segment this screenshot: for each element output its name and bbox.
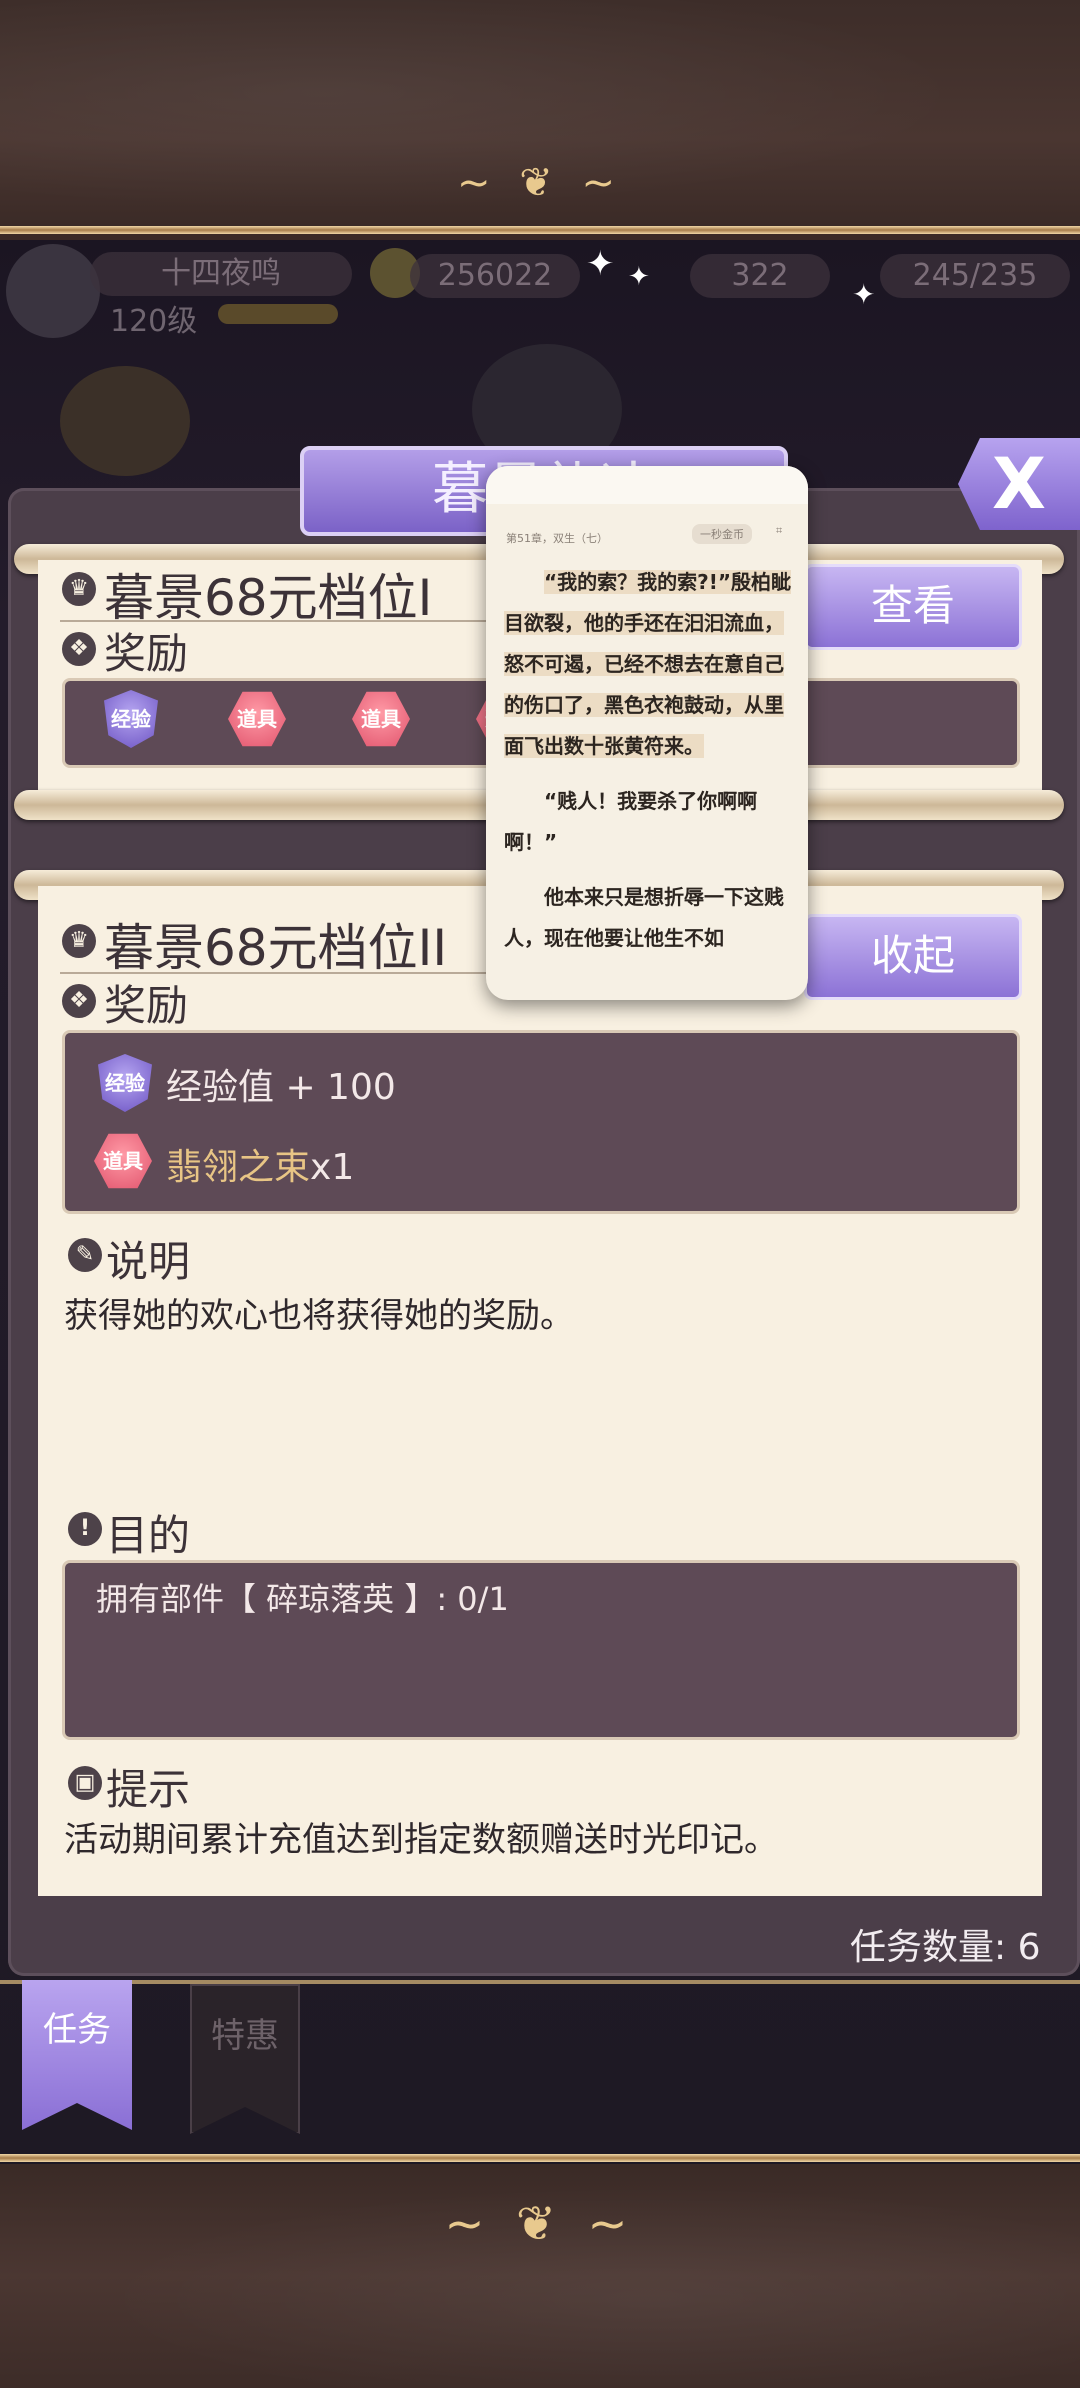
task-count: 任务数量: 6 xyxy=(850,1927,1041,1968)
close-button[interactable]: X xyxy=(958,438,1080,530)
view-button[interactable]: 查看 xyxy=(804,564,1022,650)
sparkle-icon: ✦ xyxy=(852,278,876,311)
reward-item-text: 翡翎之束x1 xyxy=(166,1138,354,1190)
collapse-button[interactable]: 收起 xyxy=(804,914,1022,1000)
reader-popup[interactable]: 第51章，双生（七） 一秒金币 ⌗ “我的索？我的索?!”殷柏眦目欲裂，他的手还… xyxy=(486,466,808,1000)
reward-item-qty: x1 xyxy=(310,1147,355,1188)
reader-header xyxy=(486,466,808,504)
gift-icon: ❖ xyxy=(62,632,96,666)
exclamation-icon: ! xyxy=(68,1512,102,1546)
player-name: 十四夜鸣 xyxy=(90,252,352,296)
reader-paragraph: 他本来只是想折辱一下这贱人，现在他要让他生不如 xyxy=(504,885,784,950)
task-2-reward-label: 奖励 xyxy=(104,981,189,1030)
gift-icon: ❖ xyxy=(62,984,96,1018)
player-level: 120级 xyxy=(110,304,198,339)
task-2-title: 暮景68元档位II xyxy=(104,919,448,977)
coin-button[interactable]: 一秒金币 xyxy=(692,524,752,544)
reader-paragraph: “贱人！我要杀了你啊啊啊！” xyxy=(504,789,758,854)
tip-icon: ▣ xyxy=(68,1766,102,1800)
hint-label: 提示 xyxy=(106,1765,191,1814)
goal-label: 目的 xyxy=(106,1511,191,1560)
chapter-label[interactable]: 第51章，双生（七） xyxy=(506,530,608,546)
reward-item-name[interactable]: 翡翎之束 xyxy=(166,1147,310,1188)
crown-icon: ♛ xyxy=(62,572,96,606)
crown-icon: ♛ xyxy=(62,924,96,958)
book-icon: ✎ xyxy=(68,1238,102,1272)
exp-bar xyxy=(218,304,338,324)
stamina-count: 245/235 xyxy=(880,254,1070,298)
bottom-flourish: ~ ❦ ~ xyxy=(444,2196,636,2252)
description-text: 获得她的欢心也将获得她的奖励。 xyxy=(64,1296,574,1336)
gem-count: 322 xyxy=(690,254,830,298)
player-avatar[interactable] xyxy=(6,244,100,338)
hint-text: 活动期间累计充值达到指定数额赠送时光印记。 xyxy=(64,1820,778,1860)
reader-paragraph: “我的索？我的索?!”殷柏眦目欲裂，他的手还在汩汩流血，怒不可遏，已经不想去在意… xyxy=(504,570,792,758)
task-1-reward-label: 奖励 xyxy=(104,629,189,678)
description-label: 说明 xyxy=(106,1237,191,1286)
tab-bar-divider xyxy=(0,1980,1080,1984)
coin-count: 256022 xyxy=(410,254,580,298)
reader-toolbar: 第51章，双生（七） 一秒金币 ⌗ xyxy=(486,504,808,562)
menu-icon[interactable]: ⌗ xyxy=(776,524,782,538)
reward-exp-text: 经验值 + 100 xyxy=(166,1067,396,1108)
sparkle-icon: ✦ xyxy=(628,262,650,292)
sparkle-icon: ✦ xyxy=(586,244,615,284)
goal-text: 拥有部件【 碎琼落英 】: 0/1 xyxy=(96,1580,509,1618)
top-gold-border xyxy=(0,226,1080,234)
top-flourish: ~ ❦ ~ xyxy=(457,160,623,206)
bottom-gold-border xyxy=(0,2154,1080,2162)
character-portrait xyxy=(60,366,190,476)
